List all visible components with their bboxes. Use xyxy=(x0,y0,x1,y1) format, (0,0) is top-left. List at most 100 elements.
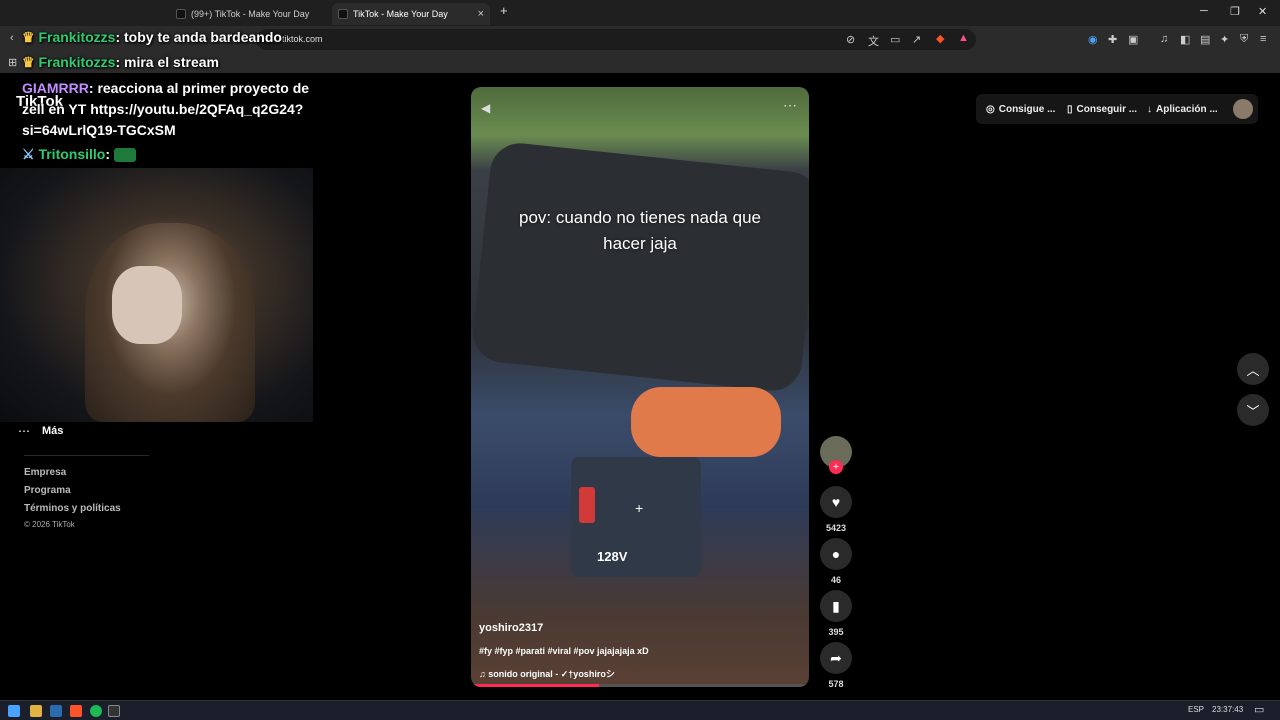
chat-line: ♛ Frankitozzs: mira el stream xyxy=(22,54,219,71)
spotify-taskbar-icon[interactable] xyxy=(90,705,102,717)
more-button[interactable]: Más xyxy=(42,425,63,437)
sword-icon: ⚔ xyxy=(22,146,35,162)
close-window-button[interactable]: ✕ xyxy=(1258,5,1267,18)
author-avatar[interactable]: + xyxy=(820,436,852,474)
battery-label: 128V xyxy=(597,549,628,564)
video-player[interactable]: 128V ◀ ⋯ pov: cuando no tienes nada que … xyxy=(471,87,809,687)
like-count: 5423 xyxy=(825,523,847,533)
progress-track[interactable] xyxy=(471,684,809,687)
comment-icon[interactable]: ● xyxy=(820,538,852,570)
chat-line: GIAMRRR: reacciona al primer proyecto de… xyxy=(22,78,322,141)
steam-taskbar-icon[interactable] xyxy=(50,705,62,717)
start-icon[interactable] xyxy=(8,705,20,717)
chevron-down-icon: ﹀ xyxy=(1246,403,1260,419)
streamer-webcam xyxy=(0,168,313,422)
footer-link-empresa[interactable]: Empresa xyxy=(24,467,66,478)
video-hashtags[interactable]: #fy #fyp #parati #viral #pov jajajajaja … xyxy=(479,646,649,656)
button-label: Conseguir ... xyxy=(1076,103,1138,115)
battery-pack: 128V xyxy=(571,457,701,577)
close-tab-icon[interactable]: × xyxy=(478,8,484,20)
volume-icon[interactable]: ◀ xyxy=(481,101,490,115)
share-action[interactable]: ➦ 578 xyxy=(820,642,852,689)
chat-username: Frankitozzs xyxy=(38,29,116,45)
share-count: 578 xyxy=(828,679,844,689)
apps-grid-icon[interactable]: ⊞ xyxy=(8,56,17,69)
sound-label: sonido original - ✓†yoshiroシ xyxy=(488,669,615,679)
maximize-button[interactable]: ❐ xyxy=(1230,5,1240,18)
extensions-icon[interactable]: ✚ xyxy=(1108,33,1117,46)
music-note-icon: ♫ xyxy=(479,669,486,679)
tab-tiktok-notifications[interactable]: (99+) TikTok - Make Your Day xyxy=(170,3,330,25)
battery-indicator xyxy=(579,487,595,523)
menu-icon[interactable]: ≡ xyxy=(1260,33,1266,45)
button-label: Consigue ... xyxy=(998,103,1056,115)
copyright: © 2026 TikTok xyxy=(24,520,75,529)
profile-avatar[interactable] xyxy=(1233,99,1253,119)
video-sound[interactable]: ♫ sonido original - ✓†yoshiroシ xyxy=(479,667,615,680)
windows-taskbar: ESP 23:37:43 ▭ xyxy=(0,700,1280,720)
button-label: Aplicación ... xyxy=(1156,103,1218,115)
footer-link-terminos[interactable]: Términos y políticas xyxy=(24,503,121,514)
sidebar-toggle-icon[interactable]: ◧ xyxy=(1180,33,1190,46)
leo-ai-icon[interactable]: ✦ xyxy=(1220,33,1229,46)
browser-tab-bar: (99+) TikTok - Make Your Day TikTok - Ma… xyxy=(0,0,1280,26)
share-icon[interactable]: ↗ xyxy=(912,33,921,46)
file-explorer-icon[interactable] xyxy=(30,705,42,717)
more-icon[interactable]: ⋯ xyxy=(18,424,30,438)
reader-mode-icon[interactable]: ⊘ xyxy=(846,33,855,46)
vpn-icon[interactable]: ⛨ xyxy=(1240,33,1248,46)
previous-video-button[interactable]: ︿ xyxy=(1237,353,1269,385)
video-caption-overlay: pov: cuando no tienes nada que hacer jaj… xyxy=(519,208,761,253)
url-text: tiktok.com xyxy=(282,34,323,44)
tab-label: TikTok - Make Your Day xyxy=(353,9,448,19)
chat-text: : toby te anda bardeando xyxy=(115,29,282,45)
tab-tiktok-active[interactable]: TikTok - Make Your Day × xyxy=(332,3,490,25)
chevron-up-icon: ︿ xyxy=(1246,362,1260,378)
save-action[interactable]: ▮ 395 xyxy=(820,590,852,637)
tiktok-favicon-icon xyxy=(338,9,348,19)
wallet-icon[interactable]: ▣ xyxy=(1128,33,1138,46)
crosshair-cursor-icon: + xyxy=(635,500,644,516)
drill-body xyxy=(471,140,809,394)
follow-plus-icon[interactable]: + xyxy=(829,460,843,474)
footer-link-programa[interactable]: Programa xyxy=(24,485,71,496)
bookmark-icon[interactable]: ▮ xyxy=(820,590,852,622)
comment-action[interactable]: ● 46 xyxy=(820,538,852,585)
save-count: 395 xyxy=(828,627,844,637)
cast-icon[interactable]: ▭ xyxy=(890,33,900,46)
comment-count: 46 xyxy=(830,575,841,585)
brave-taskbar-icon[interactable] xyxy=(70,705,82,717)
phone-icon: ▯ xyxy=(1067,103,1073,115)
minimize-button[interactable]: ─ xyxy=(1200,5,1208,17)
translate-icon[interactable]: 文 xyxy=(868,33,879,49)
download-icon: ↓ xyxy=(1147,103,1152,115)
obs-taskbar-icon[interactable] xyxy=(108,705,120,717)
video-author[interactable]: yoshiro2317 xyxy=(479,622,543,634)
language-indicator[interactable]: ESP xyxy=(1188,705,1204,714)
notification-icon[interactable]: ▭ xyxy=(1254,703,1264,716)
video-options-icon[interactable]: ⋯ xyxy=(783,97,797,114)
back-icon[interactable]: ‹ xyxy=(10,32,14,44)
crown-icon: ♛ xyxy=(22,29,35,45)
hand-shape xyxy=(631,387,781,457)
tiktok-favicon-icon xyxy=(176,9,186,19)
chat-username: Tritonsillo xyxy=(38,146,106,162)
new-tab-button[interactable]: + xyxy=(500,3,508,18)
chat-line: ⚔ Tritonsillo: xyxy=(22,146,136,163)
audio-icon[interactable]: ◉ xyxy=(1088,33,1098,46)
brave-rewards-icon[interactable]: ▲ xyxy=(958,32,969,44)
get-app-button[interactable]: ▯ Conseguir ... xyxy=(1067,97,1137,121)
clock[interactable]: 23:37:43 xyxy=(1212,705,1243,714)
sidebar-divider xyxy=(24,455,149,456)
like-action[interactable]: ♥ 5423 xyxy=(820,486,852,533)
get-coins-button[interactable]: ◎ Consigue ... xyxy=(986,97,1055,121)
media-icon[interactable]: ♫ xyxy=(1160,33,1168,45)
share-arrow-icon[interactable]: ➦ xyxy=(820,642,852,674)
next-video-button[interactable]: ﹀ xyxy=(1237,394,1269,426)
brave-shield-icon[interactable]: ◆ xyxy=(936,32,944,45)
wallet2-icon[interactable]: ▤ xyxy=(1200,33,1210,46)
coin-icon: ◎ xyxy=(986,103,995,115)
heart-icon[interactable]: ♥ xyxy=(820,486,852,518)
chat-username: GIAMRRR xyxy=(22,80,89,96)
download-app-button[interactable]: ↓ Aplicación ... xyxy=(1147,97,1218,121)
